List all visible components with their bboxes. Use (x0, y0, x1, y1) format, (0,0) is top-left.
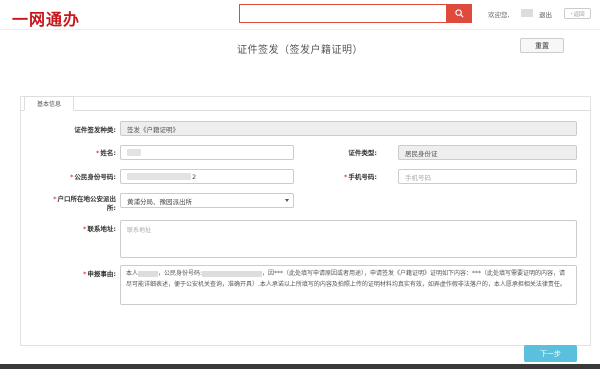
site-logo[interactable]: 一网通办 (12, 6, 80, 30)
name-field[interactable] (120, 145, 294, 160)
police-station-value: 黄浦分局、豫园派出所 (127, 197, 192, 206)
reason-textarea[interactable]: 本人 ，公民身份号码: ，因***（此处填写申请原因或者用途），申请签发《户籍证明》… (120, 265, 577, 305)
bottom-bar (0, 364, 600, 369)
id-type-field: 居民身份证 (398, 145, 577, 160)
police-station-select[interactable]: 黄浦分局、豫园派出所 (120, 193, 294, 208)
masked-id-inline (202, 270, 263, 277)
tab-basic-info[interactable]: 基本信息 (24, 96, 74, 111)
police-station-label: *户口所在地公安派出 所: (53, 195, 116, 212)
id-number-label: *公民身份号码: (69, 173, 116, 181)
chevron-down-icon (285, 199, 289, 202)
search-input[interactable] (239, 4, 446, 23)
masked-name-inline (138, 270, 159, 277)
phone-label: *手机号码: (343, 173, 377, 181)
back-button[interactable]: ‹ 返回 (564, 8, 591, 19)
back-arrow-icon: ‹ (570, 10, 573, 17)
cert-type-label: 证件签发种类: (74, 126, 116, 134)
username-masked (521, 9, 533, 17)
welcome-text: 欢迎您, (488, 11, 510, 19)
address-label: *联系地址: (82, 225, 116, 233)
id-type-label: 证件类型: (348, 149, 377, 157)
tab-divider (20, 110, 591, 111)
reason-label: *申报事由: (82, 270, 116, 278)
search-button[interactable] (446, 4, 472, 23)
next-step-button[interactable]: 下一步 (524, 345, 577, 362)
id-number-field[interactable]: 2 (120, 169, 294, 184)
cert-type-field: 签发《户籍证明》 (120, 121, 577, 136)
address-textarea[interactable]: 联系地址 (120, 220, 577, 258)
phone-input[interactable]: 手机号码 (398, 169, 577, 184)
reset-button[interactable]: 重置 (520, 38, 564, 53)
reason-text-2: ，公民身份号码: (158, 270, 203, 277)
logout-link[interactable]: 退出 (539, 9, 552, 19)
masked-id-number (127, 173, 191, 180)
name-label: *姓名: (95, 149, 116, 157)
back-label: 返回 (573, 11, 585, 18)
page-title: 证件签发（签发户籍证明） (237, 45, 363, 56)
top-bar: 一网通办 欢迎您, 退出 ‹ 返回 (0, 0, 600, 30)
masked-name (127, 149, 141, 156)
id-number-tail: 2 (192, 172, 197, 181)
search-icon (454, 9, 464, 18)
reason-text-1: 本人 (126, 270, 139, 277)
